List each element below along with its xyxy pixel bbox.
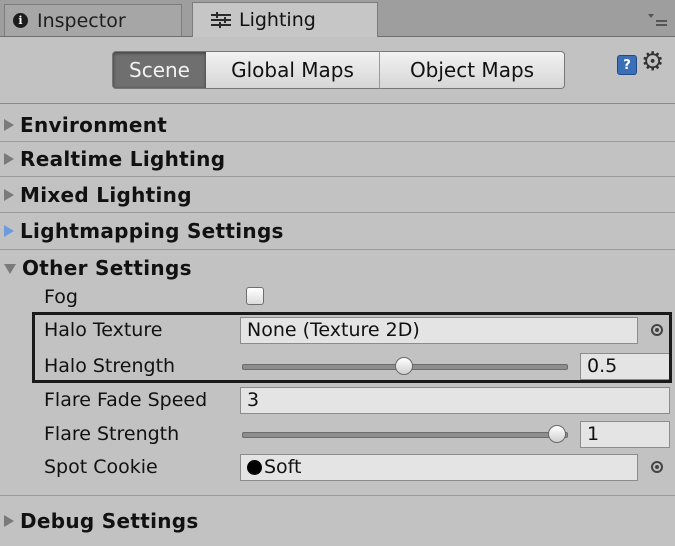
object-picker-icon[interactable] xyxy=(651,324,663,336)
texture-dot-icon xyxy=(247,460,262,475)
lighting-settings-icon xyxy=(211,12,231,28)
divider xyxy=(0,249,675,250)
flare-strength-label: Flare Strength xyxy=(44,423,180,445)
tab-bar: i Inspector Lighting xyxy=(0,0,675,37)
flare-fade-speed-label: Flare Fade Speed xyxy=(44,389,208,411)
flare-fade-speed-input[interactable]: 3 xyxy=(240,387,670,414)
section-realtime-lighting-label: Realtime Lighting xyxy=(20,147,226,171)
collapsed-arrow-icon xyxy=(4,153,14,165)
fog-checkbox[interactable] xyxy=(246,287,264,305)
flare-strength-slider-thumb[interactable] xyxy=(548,425,566,443)
object-maps-tab-button[interactable]: Object Maps xyxy=(379,51,565,89)
section-environment[interactable]: Environment xyxy=(0,110,675,140)
section-lightmapping-settings-label: Lightmapping Settings xyxy=(20,219,284,243)
scene-tab-button[interactable]: Scene xyxy=(112,51,207,89)
tab-lighting-label: Lighting xyxy=(239,9,316,31)
section-other-settings-label: Other Settings xyxy=(22,256,192,280)
lighting-window: i Inspector Lighting Scene Global Maps O… xyxy=(0,0,675,546)
help-icon[interactable]: ? xyxy=(617,55,637,75)
info-icon: i xyxy=(13,13,28,28)
section-environment-label: Environment xyxy=(20,113,168,137)
halo-texture-label: Halo Texture xyxy=(44,319,163,341)
global-maps-tab-button[interactable]: Global Maps xyxy=(206,51,380,89)
tab-inspector-label: Inspector xyxy=(37,9,126,32)
section-debug-settings-label: Debug Settings xyxy=(20,509,199,533)
divider xyxy=(0,141,675,142)
window-menu-icon[interactable] xyxy=(647,14,667,26)
tab-inspector[interactable]: i Inspector xyxy=(4,4,182,36)
halo-strength-label: Halo Strength xyxy=(44,355,176,377)
collapsed-arrow-icon xyxy=(4,189,14,201)
gear-icon[interactable]: ⚙ xyxy=(641,47,664,77)
expanded-arrow-icon xyxy=(4,264,16,274)
spot-cookie-field[interactable]: Soft xyxy=(240,454,638,481)
lighting-toolbar: Scene Global Maps Object Maps ? ⚙ xyxy=(0,37,675,104)
section-mixed-lighting-label: Mixed Lighting xyxy=(20,183,192,207)
section-realtime-lighting[interactable]: Realtime Lighting xyxy=(0,144,675,174)
divider xyxy=(0,176,675,177)
fog-label: Fog xyxy=(44,286,78,308)
divider xyxy=(0,495,675,496)
halo-strength-input[interactable]: 0.5 xyxy=(580,353,670,380)
halo-texture-field[interactable]: None (Texture 2D) xyxy=(240,317,638,344)
section-mixed-lighting[interactable]: Mixed Lighting xyxy=(0,180,675,210)
collapsed-arrow-icon xyxy=(4,225,14,237)
collapsed-arrow-icon xyxy=(4,515,14,527)
tab-lighting[interactable]: Lighting xyxy=(192,2,378,37)
divider xyxy=(0,212,675,213)
flare-strength-input[interactable]: 1 xyxy=(580,421,670,448)
spot-cookie-value: Soft xyxy=(264,456,302,478)
flare-strength-slider-track[interactable] xyxy=(242,432,568,438)
section-debug-settings[interactable]: Debug Settings xyxy=(0,506,675,536)
object-picker-icon[interactable] xyxy=(651,461,663,473)
section-other-settings[interactable]: Other Settings xyxy=(0,253,675,283)
spot-cookie-label: Spot Cookie xyxy=(44,456,158,478)
section-lightmapping-settings[interactable]: Lightmapping Settings xyxy=(0,216,675,246)
halo-strength-slider-thumb[interactable] xyxy=(395,357,413,375)
collapsed-arrow-icon xyxy=(4,119,14,131)
